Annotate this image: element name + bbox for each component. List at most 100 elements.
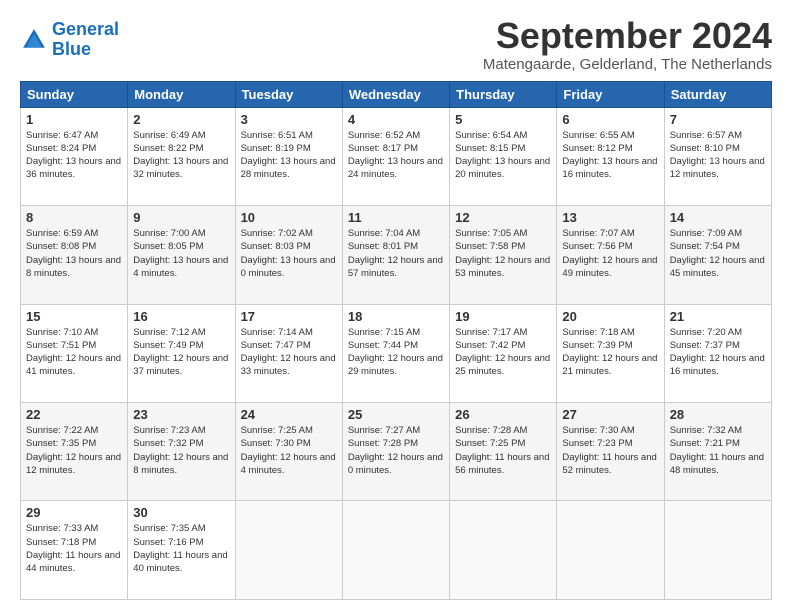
day-number: 13 xyxy=(562,210,658,225)
table-row: 16 Sunrise: 7:12 AM Sunset: 7:49 PM Dayl… xyxy=(128,304,235,402)
day-number: 30 xyxy=(133,505,229,520)
table-row: 2 Sunrise: 6:49 AM Sunset: 8:22 PM Dayli… xyxy=(128,107,235,205)
logo-icon xyxy=(20,26,48,54)
day-number: 14 xyxy=(670,210,766,225)
calendar-table: Sunday Monday Tuesday Wednesday Thursday… xyxy=(20,81,772,600)
table-row: 17 Sunrise: 7:14 AM Sunset: 7:47 PM Dayl… xyxy=(235,304,342,402)
weekday-row: Sunday Monday Tuesday Wednesday Thursday… xyxy=(21,81,772,107)
logo-text: General Blue xyxy=(52,20,119,60)
logo-line2: Blue xyxy=(52,39,91,59)
day-number: 27 xyxy=(562,407,658,422)
table-row: 29 Sunrise: 7:33 AM Sunset: 7:18 PM Dayl… xyxy=(21,501,128,600)
location-title: Matengaarde, Gelderland, The Netherlands xyxy=(483,56,772,73)
day-info: Sunrise: 7:00 AM Sunset: 8:05 PM Dayligh… xyxy=(133,227,229,280)
calendar-week-3: 15 Sunrise: 7:10 AM Sunset: 7:51 PM Dayl… xyxy=(21,304,772,402)
table-row: 7 Sunrise: 6:57 AM Sunset: 8:10 PM Dayli… xyxy=(664,107,771,205)
day-number: 11 xyxy=(348,210,444,225)
day-info: Sunrise: 7:20 AM Sunset: 7:37 PM Dayligh… xyxy=(670,326,766,379)
day-number: 25 xyxy=(348,407,444,422)
table-row xyxy=(557,501,664,600)
day-info: Sunrise: 7:04 AM Sunset: 8:01 PM Dayligh… xyxy=(348,227,444,280)
day-info: Sunrise: 7:12 AM Sunset: 7:49 PM Dayligh… xyxy=(133,326,229,379)
header: General Blue September 2024 Matengaarde,… xyxy=(20,16,772,73)
calendar-header: Sunday Monday Tuesday Wednesday Thursday… xyxy=(21,81,772,107)
table-row: 18 Sunrise: 7:15 AM Sunset: 7:44 PM Dayl… xyxy=(342,304,449,402)
table-row: 4 Sunrise: 6:52 AM Sunset: 8:17 PM Dayli… xyxy=(342,107,449,205)
day-info: Sunrise: 7:05 AM Sunset: 7:58 PM Dayligh… xyxy=(455,227,551,280)
day-info: Sunrise: 7:30 AM Sunset: 7:23 PM Dayligh… xyxy=(562,424,658,477)
day-number: 8 xyxy=(26,210,122,225)
logo-line1: General xyxy=(52,19,119,39)
day-info: Sunrise: 7:17 AM Sunset: 7:42 PM Dayligh… xyxy=(455,326,551,379)
table-row: 22 Sunrise: 7:22 AM Sunset: 7:35 PM Dayl… xyxy=(21,403,128,501)
day-info: Sunrise: 6:54 AM Sunset: 8:15 PM Dayligh… xyxy=(455,129,551,182)
day-info: Sunrise: 6:49 AM Sunset: 8:22 PM Dayligh… xyxy=(133,129,229,182)
day-info: Sunrise: 7:14 AM Sunset: 7:47 PM Dayligh… xyxy=(241,326,337,379)
logo: General Blue xyxy=(20,20,119,60)
day-info: Sunrise: 7:33 AM Sunset: 7:18 PM Dayligh… xyxy=(26,522,122,575)
day-info: Sunrise: 7:09 AM Sunset: 7:54 PM Dayligh… xyxy=(670,227,766,280)
col-wednesday: Wednesday xyxy=(342,81,449,107)
table-row: 27 Sunrise: 7:30 AM Sunset: 7:23 PM Dayl… xyxy=(557,403,664,501)
table-row: 21 Sunrise: 7:20 AM Sunset: 7:37 PM Dayl… xyxy=(664,304,771,402)
day-number: 17 xyxy=(241,309,337,324)
day-number: 18 xyxy=(348,309,444,324)
day-info: Sunrise: 7:25 AM Sunset: 7:30 PM Dayligh… xyxy=(241,424,337,477)
month-title: September 2024 xyxy=(483,16,772,56)
col-friday: Friday xyxy=(557,81,664,107)
table-row: 1 Sunrise: 6:47 AM Sunset: 8:24 PM Dayli… xyxy=(21,107,128,205)
table-row: 28 Sunrise: 7:32 AM Sunset: 7:21 PM Dayl… xyxy=(664,403,771,501)
table-row: 3 Sunrise: 6:51 AM Sunset: 8:19 PM Dayli… xyxy=(235,107,342,205)
table-row: 25 Sunrise: 7:27 AM Sunset: 7:28 PM Dayl… xyxy=(342,403,449,501)
calendar-week-2: 8 Sunrise: 6:59 AM Sunset: 8:08 PM Dayli… xyxy=(21,206,772,304)
day-info: Sunrise: 6:52 AM Sunset: 8:17 PM Dayligh… xyxy=(348,129,444,182)
calendar-body: 1 Sunrise: 6:47 AM Sunset: 8:24 PM Dayli… xyxy=(21,107,772,599)
table-row: 9 Sunrise: 7:00 AM Sunset: 8:05 PM Dayli… xyxy=(128,206,235,304)
table-row: 13 Sunrise: 7:07 AM Sunset: 7:56 PM Dayl… xyxy=(557,206,664,304)
page: General Blue September 2024 Matengaarde,… xyxy=(0,0,792,612)
day-number: 4 xyxy=(348,112,444,127)
table-row: 23 Sunrise: 7:23 AM Sunset: 7:32 PM Dayl… xyxy=(128,403,235,501)
day-info: Sunrise: 6:47 AM Sunset: 8:24 PM Dayligh… xyxy=(26,129,122,182)
day-number: 23 xyxy=(133,407,229,422)
table-row xyxy=(664,501,771,600)
day-info: Sunrise: 7:32 AM Sunset: 7:21 PM Dayligh… xyxy=(670,424,766,477)
table-row xyxy=(235,501,342,600)
day-number: 20 xyxy=(562,309,658,324)
day-number: 26 xyxy=(455,407,551,422)
table-row xyxy=(342,501,449,600)
table-row: 10 Sunrise: 7:02 AM Sunset: 8:03 PM Dayl… xyxy=(235,206,342,304)
table-row: 5 Sunrise: 6:54 AM Sunset: 8:15 PM Dayli… xyxy=(450,107,557,205)
day-info: Sunrise: 6:51 AM Sunset: 8:19 PM Dayligh… xyxy=(241,129,337,182)
day-number: 12 xyxy=(455,210,551,225)
day-info: Sunrise: 6:57 AM Sunset: 8:10 PM Dayligh… xyxy=(670,129,766,182)
title-block: September 2024 Matengaarde, Gelderland, … xyxy=(483,16,772,73)
day-number: 5 xyxy=(455,112,551,127)
table-row: 20 Sunrise: 7:18 AM Sunset: 7:39 PM Dayl… xyxy=(557,304,664,402)
day-number: 22 xyxy=(26,407,122,422)
calendar-week-1: 1 Sunrise: 6:47 AM Sunset: 8:24 PM Dayli… xyxy=(21,107,772,205)
col-sunday: Sunday xyxy=(21,81,128,107)
table-row: 30 Sunrise: 7:35 AM Sunset: 7:16 PM Dayl… xyxy=(128,501,235,600)
day-info: Sunrise: 7:22 AM Sunset: 7:35 PM Dayligh… xyxy=(26,424,122,477)
day-number: 16 xyxy=(133,309,229,324)
day-info: Sunrise: 6:59 AM Sunset: 8:08 PM Dayligh… xyxy=(26,227,122,280)
day-number: 24 xyxy=(241,407,337,422)
day-info: Sunrise: 7:15 AM Sunset: 7:44 PM Dayligh… xyxy=(348,326,444,379)
calendar-week-5: 29 Sunrise: 7:33 AM Sunset: 7:18 PM Dayl… xyxy=(21,501,772,600)
table-row: 26 Sunrise: 7:28 AM Sunset: 7:25 PM Dayl… xyxy=(450,403,557,501)
table-row: 19 Sunrise: 7:17 AM Sunset: 7:42 PM Dayl… xyxy=(450,304,557,402)
table-row: 11 Sunrise: 7:04 AM Sunset: 8:01 PM Dayl… xyxy=(342,206,449,304)
table-row: 15 Sunrise: 7:10 AM Sunset: 7:51 PM Dayl… xyxy=(21,304,128,402)
day-info: Sunrise: 7:02 AM Sunset: 8:03 PM Dayligh… xyxy=(241,227,337,280)
table-row: 12 Sunrise: 7:05 AM Sunset: 7:58 PM Dayl… xyxy=(450,206,557,304)
day-number: 3 xyxy=(241,112,337,127)
day-number: 9 xyxy=(133,210,229,225)
day-number: 15 xyxy=(26,309,122,324)
day-number: 10 xyxy=(241,210,337,225)
calendar-week-4: 22 Sunrise: 7:22 AM Sunset: 7:35 PM Dayl… xyxy=(21,403,772,501)
day-info: Sunrise: 7:23 AM Sunset: 7:32 PM Dayligh… xyxy=(133,424,229,477)
table-row: 14 Sunrise: 7:09 AM Sunset: 7:54 PM Dayl… xyxy=(664,206,771,304)
day-number: 19 xyxy=(455,309,551,324)
day-info: Sunrise: 7:18 AM Sunset: 7:39 PM Dayligh… xyxy=(562,326,658,379)
